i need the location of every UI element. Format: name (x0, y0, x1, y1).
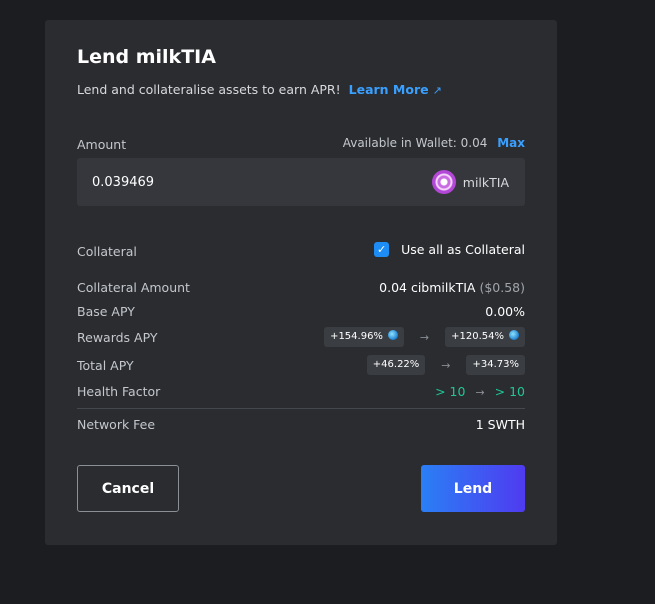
use-all-collateral-toggle[interactable]: ✓ Use all as Collateral (374, 242, 525, 257)
collateral-checkbox-label: Use all as Collateral (401, 242, 525, 257)
amount-label: Amount (77, 137, 127, 152)
learn-more-link[interactable]: Learn More ↗ (349, 82, 442, 97)
health-factor-to: > 10 (494, 384, 525, 399)
network-fee-label: Network Fee (77, 417, 156, 432)
base-apy-label: Base APY (77, 304, 135, 319)
reward-coin-icon (387, 330, 398, 340)
modal-subtitle: Lend and collateralise assets to earn AP… (77, 82, 442, 97)
collateral-amount-label: Collateral Amount (77, 280, 190, 295)
collateral-checkbox[interactable]: ✓ (374, 242, 390, 257)
cancel-button[interactable]: Cancel (77, 465, 179, 512)
collateral-amount-token: 0.04 cibmilkTIA (379, 280, 476, 295)
available-in-wallet: Available in Wallet: 0.04 (342, 136, 488, 150)
rewards-apy-change: +154.96% → +120.54% (324, 327, 525, 347)
wallet-availability: Available in Wallet: 0.04 Max (343, 136, 525, 150)
total-apy-change: +46.22% → +34.73% (366, 355, 525, 375)
subtitle-text: Lend and collateralise assets to earn AP… (77, 82, 341, 97)
external-link-icon: ↗ (432, 84, 442, 97)
token-selector: milkTIA (431, 170, 509, 194)
rewards-apy-to-value: +120.54% (451, 331, 504, 342)
max-button[interactable]: Max (497, 136, 525, 150)
health-factor-change: > 10 → > 10 (435, 384, 525, 399)
milktia-token-icon (431, 170, 456, 194)
rewards-apy-from: +154.96% (324, 327, 404, 347)
modal-title: Lend milkTIA (77, 46, 216, 68)
amount-input[interactable] (92, 158, 342, 206)
learn-more-label: Learn More (348, 82, 429, 97)
collateral-amount-value: 0.04 cibmilkTIA ($0.58) (379, 280, 525, 295)
collateral-amount-usd: ($0.58) (479, 280, 525, 295)
rewards-apy-from-value: +154.96% (330, 331, 383, 342)
total-apy-from: +46.22% (366, 355, 426, 375)
total-apy-label: Total APY (77, 358, 134, 373)
check-icon: ✓ (376, 243, 387, 256)
total-apy-to: +34.73% (466, 355, 525, 375)
token-symbol: milkTIA (462, 174, 509, 190)
rewards-apy-label: Rewards APY (77, 330, 158, 345)
rewards-apy-to: +120.54% (445, 327, 525, 347)
network-fee-value: 1 SWTH (475, 417, 525, 432)
health-factor-from: > 10 (435, 384, 466, 399)
base-apy-value: 0.00% (485, 304, 525, 319)
lend-modal: Lend milkTIA Lend and collateralise asse… (45, 20, 557, 545)
arrow-right-icon: → (475, 386, 485, 399)
lend-button[interactable]: Lend (421, 465, 525, 512)
health-factor-label: Health Factor (77, 384, 161, 399)
divider (77, 408, 525, 409)
collateral-label: Collateral (77, 244, 137, 259)
arrow-right-icon: → (441, 358, 451, 372)
arrow-right-icon: → (419, 330, 430, 344)
amount-field: milkTIA (77, 158, 525, 206)
reward-coin-icon (509, 330, 519, 340)
